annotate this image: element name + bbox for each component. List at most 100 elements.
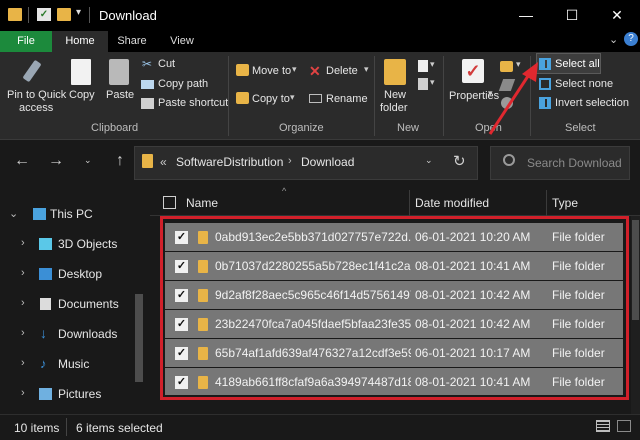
pin-label-line1: Pin to Quick bbox=[7, 89, 67, 101]
refresh-icon[interactable]: ↻ bbox=[453, 152, 466, 170]
back-icon[interactable]: ← bbox=[14, 152, 30, 170]
collapsed-chevron-icon[interactable]: › bbox=[21, 267, 25, 279]
breadcrumb-chevron-icon: › bbox=[288, 155, 292, 167]
copy-icon bbox=[71, 59, 91, 85]
delete-button[interactable]: ✕ Delete ▾ bbox=[307, 61, 371, 81]
dropdown-arrow-icon: ▾ bbox=[290, 92, 295, 102]
tab-file[interactable]: File bbox=[0, 31, 52, 52]
pictures-icon bbox=[39, 388, 52, 400]
breadcrumb-overflow[interactable]: « bbox=[160, 155, 167, 169]
column-date-modified[interactable]: Date modified bbox=[415, 196, 489, 210]
separator bbox=[228, 56, 229, 136]
list-scrollbar-thumb[interactable] bbox=[632, 220, 639, 320]
new-item-button[interactable]: ▾ bbox=[418, 58, 438, 74]
collapsed-chevron-icon[interactable]: › bbox=[21, 327, 25, 339]
address-dropdown-icon[interactable]: ⌄ bbox=[425, 155, 433, 166]
select-none-label: Select none bbox=[555, 78, 614, 90]
column-divider[interactable] bbox=[546, 190, 547, 216]
minimize-button[interactable]: — bbox=[503, 0, 549, 31]
collapsed-chevron-icon[interactable]: › bbox=[21, 387, 25, 399]
copy-label: Copy bbox=[69, 89, 95, 101]
details-view-icon[interactable] bbox=[596, 420, 610, 432]
new-folder-label-line1: New bbox=[384, 89, 407, 101]
easy-access-button[interactable]: ▾ bbox=[418, 76, 438, 92]
pin-to-quick-access-button[interactable]: Pin to Quick access bbox=[5, 57, 66, 117]
folder-icon bbox=[142, 154, 153, 168]
breadcrumb-softwaredistribution[interactable]: SoftwareDistribution bbox=[176, 155, 283, 169]
tab-home[interactable]: Home bbox=[52, 31, 108, 52]
collapse-ribbon-icon[interactable]: ⌄ bbox=[609, 33, 618, 46]
separator bbox=[89, 7, 90, 23]
properties-quick-icon[interactable]: ✓ bbox=[37, 8, 51, 21]
collapsed-chevron-icon[interactable]: › bbox=[21, 297, 25, 309]
select-all-checkbox[interactable] bbox=[163, 196, 176, 209]
paste-label: Paste bbox=[106, 89, 135, 101]
delete-x-icon: ✕ bbox=[309, 63, 321, 79]
separator bbox=[28, 7, 29, 23]
annotation-arrow bbox=[488, 62, 538, 135]
cut-label: Cut bbox=[158, 58, 176, 70]
new-folder-button[interactable]: New folder bbox=[378, 57, 414, 115]
large-icons-view-icon[interactable] bbox=[617, 420, 631, 432]
up-icon[interactable]: ↑ bbox=[116, 152, 124, 170]
sidebar-item-documents[interactable]: › Documents bbox=[0, 289, 148, 319]
breadcrumb-download[interactable]: Download bbox=[301, 155, 354, 169]
copy-path-icon bbox=[141, 80, 154, 89]
sidebar-item-pictures[interactable]: › Pictures bbox=[0, 379, 148, 409]
sidebar-item-3d-objects[interactable]: › 3D Objects bbox=[0, 229, 148, 259]
copy-path-button[interactable]: Copy path bbox=[140, 77, 230, 93]
sidebar-item-this-pc[interactable]: ⌄ This PC bbox=[0, 199, 148, 229]
forward-icon[interactable]: → bbox=[48, 152, 64, 170]
column-divider[interactable] bbox=[409, 190, 410, 216]
rename-button[interactable]: Rename bbox=[307, 89, 371, 109]
paste-button[interactable]: Paste bbox=[103, 57, 135, 107]
folder-icon bbox=[8, 8, 22, 21]
search-icon bbox=[503, 154, 515, 166]
customize-quick-access-icon[interactable]: ▾ bbox=[76, 7, 81, 18]
cut-button[interactable]: ✂ Cut bbox=[140, 57, 230, 73]
maximize-button[interactable]: ☐ bbox=[549, 0, 595, 31]
new-folder-icon bbox=[384, 59, 406, 85]
move-to-button[interactable]: Move to ▾ bbox=[234, 61, 302, 81]
sidebar-item-label: This PC bbox=[50, 207, 93, 221]
paste-shortcut-icon bbox=[141, 98, 154, 109]
tab-view[interactable]: View bbox=[156, 31, 208, 52]
help-icon[interactable]: ? bbox=[624, 32, 638, 46]
recent-locations-icon[interactable]: ⌄ bbox=[84, 155, 92, 166]
paste-icon bbox=[109, 59, 129, 85]
pc-icon bbox=[33, 208, 46, 220]
column-header-row: Name Date modified Type bbox=[150, 190, 640, 216]
new-item-icon bbox=[418, 60, 428, 72]
sidebar-item-music[interactable]: › ♪ Music bbox=[0, 349, 148, 379]
close-button[interactable]: ✕ bbox=[594, 0, 640, 31]
sidebar-item-downloads[interactable]: › ↓ Downloads bbox=[0, 319, 148, 349]
dropdown-arrow-icon: ▾ bbox=[430, 59, 435, 69]
column-type[interactable]: Type bbox=[552, 196, 578, 210]
expanded-chevron-icon[interactable]: ⌄ bbox=[9, 207, 18, 220]
copy-to-icon bbox=[236, 92, 249, 104]
collapsed-chevron-icon[interactable]: › bbox=[21, 357, 25, 369]
download-icon: ↓ bbox=[40, 325, 47, 341]
new-folder-quick-icon[interactable] bbox=[57, 8, 71, 21]
rename-icon bbox=[309, 94, 322, 103]
pin-icon bbox=[22, 59, 42, 83]
sidebar-item-label: Downloads bbox=[58, 327, 118, 341]
sidebar-item-desktop[interactable]: › Desktop bbox=[0, 259, 148, 289]
dropdown-arrow-icon: ▾ bbox=[430, 77, 435, 87]
paste-shortcut-button[interactable]: Paste shortcut bbox=[140, 96, 230, 112]
nav-scrollbar[interactable] bbox=[135, 294, 143, 382]
copy-to-label: Copy to bbox=[252, 93, 290, 105]
invert-selection-button[interactable]: Invert selection bbox=[538, 95, 629, 111]
desktop-icon bbox=[39, 268, 52, 280]
copy-button[interactable]: Copy bbox=[65, 57, 97, 107]
column-name[interactable]: Name bbox=[186, 196, 218, 210]
collapsed-chevron-icon[interactable]: › bbox=[21, 237, 25, 249]
selected-count: 6 items selected bbox=[76, 421, 163, 435]
sidebar-item-label: Music bbox=[58, 357, 90, 371]
select-all-label: Select all bbox=[555, 58, 600, 70]
move-to-label: Move to bbox=[252, 65, 292, 77]
tab-share[interactable]: Share bbox=[108, 31, 156, 52]
separator bbox=[443, 56, 444, 136]
group-new: New bbox=[397, 122, 420, 134]
copy-to-button[interactable]: Copy to ▾ bbox=[234, 89, 302, 109]
